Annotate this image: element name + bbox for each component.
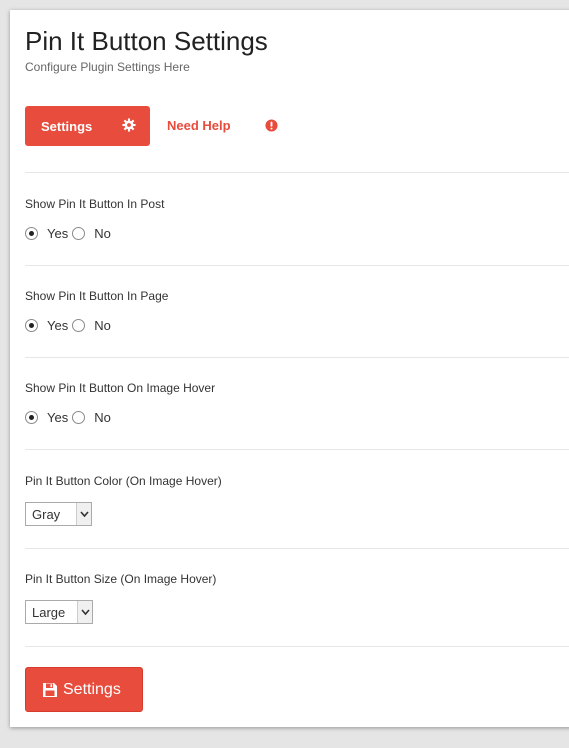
settings-tab-button[interactable]: Settings [25,106,150,146]
divider [25,449,569,450]
settings-panel: Pin It Button Settings Configure Plugin … [10,10,569,727]
radio-yes[interactable] [25,410,38,424]
radio-group-show-in-page: Yes No [25,316,115,334]
field-label-show-on-hover: Show Pin It Button On Image Hover [25,381,216,395]
chevron-down-icon [76,503,91,525]
button-color-value: Gray [32,506,61,522]
field-label-show-in-page: Show Pin It Button In Page [25,289,169,303]
chevron-down-icon [77,601,92,623]
page-subtitle: Configure Plugin Settings Here [25,60,190,74]
button-color-select[interactable]: Gray [25,502,92,526]
radio-yes-label: Yes [47,225,69,241]
radio-no[interactable] [72,318,86,332]
field-label-button-size: Pin It Button Size (On Image Hover) [25,572,217,586]
field-label-button-color: Pin It Button Color (On Image Hover) [25,474,222,488]
exclamation-circle-icon[interactable] [265,119,278,132]
field-label-show-in-post: Show Pin It Button In Post [25,197,165,211]
button-size-value: Large [32,604,66,620]
settings-tab-label: Settings [41,118,93,134]
radio-no-label: No [94,409,111,425]
divider [25,548,569,549]
button-size-select[interactable]: Large [25,600,93,624]
radio-group-show-in-post: Yes No [25,224,115,242]
save-settings-button[interactable]: Settings [25,667,143,712]
radio-no[interactable] [72,410,86,424]
radio-yes[interactable] [25,226,38,240]
floppy-disk-icon [43,682,57,697]
radio-yes[interactable] [25,318,38,332]
radio-no[interactable] [72,226,86,240]
divider [25,646,569,647]
radio-no-label: No [94,317,111,333]
divider [25,172,569,173]
gear-icon [122,118,136,132]
divider [25,265,569,266]
radio-yes-label: Yes [47,409,69,425]
need-help-link[interactable]: Need Help [167,118,231,133]
radio-group-show-on-hover: Yes No [25,408,115,426]
save-button-label: Settings [63,680,121,698]
divider [25,357,569,358]
page-title: Pin It Button Settings [25,26,268,56]
radio-no-label: No [94,225,111,241]
radio-yes-label: Yes [47,317,69,333]
